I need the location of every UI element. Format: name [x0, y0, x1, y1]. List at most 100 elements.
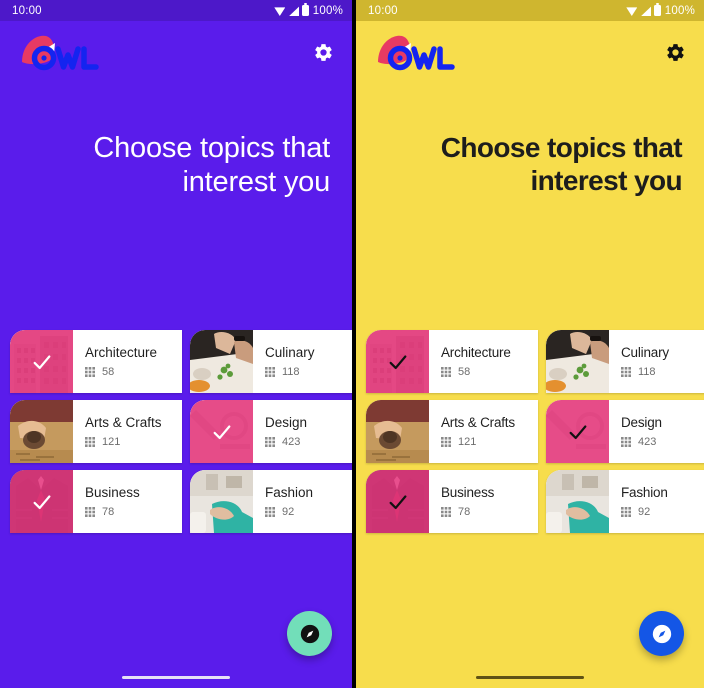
topic-count: 423	[282, 436, 301, 448]
topic-card-design[interactable]: Design 423	[546, 400, 704, 463]
grid-icon	[85, 507, 95, 517]
wifi-icon	[274, 7, 286, 16]
owl-logo[interactable]	[370, 30, 470, 74]
topic-meta: 92	[265, 506, 352, 518]
topic-label: Culinary	[265, 345, 315, 360]
fashion-photo	[190, 470, 253, 533]
battery-icon	[654, 3, 661, 16]
topic-label: Arts & Crafts	[85, 415, 162, 430]
grid-icon	[621, 507, 631, 517]
check-icon	[211, 421, 233, 443]
topic-card-fashion[interactable]: Fashion 92	[546, 470, 704, 533]
gear-icon[interactable]	[313, 42, 334, 63]
topic-row: Architecture 58 Culinary 118	[366, 330, 704, 393]
phone-screen-purple-theme: 10:00 100% Choose topics that interest y…	[0, 0, 352, 688]
topic-label: Fashion	[265, 485, 314, 500]
grid-icon	[621, 367, 631, 377]
topic-label: Design	[265, 415, 308, 430]
topic-card-fashion[interactable]: Fashion 92	[190, 470, 352, 533]
topic-grid: Architecture 58 Culinary 118 Arts & Craf…	[356, 330, 704, 533]
topic-count: 121	[458, 436, 477, 448]
fashion-photo	[546, 470, 609, 533]
topic-label: Architecture	[441, 345, 511, 360]
owl-logo[interactable]	[14, 30, 114, 74]
topic-count: 78	[458, 506, 471, 518]
topic-label: Business	[441, 485, 495, 500]
status-bar: 10:00 100%	[0, 0, 352, 21]
culinary-photo	[190, 330, 253, 393]
status-bar-time: 10:00	[368, 4, 398, 17]
topic-row: Architecture 58 Culinary 118	[10, 330, 352, 393]
home-indicator[interactable]	[476, 676, 584, 679]
topic-card-architecture[interactable]: Architecture 58	[366, 330, 538, 393]
topic-meta: 58	[441, 366, 538, 378]
topic-meta: 423	[265, 436, 352, 448]
topic-count: 118	[282, 366, 300, 378]
topic-card-culinary[interactable]: Culinary 118	[190, 330, 352, 393]
topic-label: Design	[621, 415, 662, 430]
dual-phone-comparison: 10:00 100% Choose topics that interest y…	[0, 0, 704, 688]
topic-count: 423	[638, 436, 657, 448]
topic-meta: 78	[441, 506, 538, 518]
topic-row: Business 78 Fashion 92	[366, 470, 704, 533]
gear-icon[interactable]	[665, 42, 686, 63]
grid-icon	[85, 437, 95, 447]
culinary-photo	[546, 330, 609, 393]
status-bar-time: 10:00	[12, 4, 42, 17]
page-title: Choose topics that interest you	[440, 132, 683, 197]
grid-icon	[621, 437, 631, 447]
status-bar: 10:00 100%	[356, 0, 704, 21]
signal-icon	[641, 6, 652, 16]
check-icon	[31, 351, 53, 373]
topic-meta: 118	[265, 366, 352, 378]
explore-fab-button[interactable]	[287, 611, 332, 656]
explore-fab-button[interactable]	[639, 611, 684, 656]
status-bar-indicators: 100%	[274, 3, 343, 17]
topic-row: Business 78 Fashion 92	[10, 470, 352, 533]
topic-card-culinary[interactable]: Culinary 118	[546, 330, 704, 393]
check-icon	[567, 421, 589, 443]
business-photo	[10, 470, 73, 533]
topic-meta: 92	[621, 506, 704, 518]
compass-icon	[300, 624, 319, 643]
topic-grid: Architecture 58 Culinary 118 Arts & Craf…	[0, 330, 352, 533]
topic-card-architecture[interactable]: Architecture 58	[10, 330, 182, 393]
topic-card-arts-crafts[interactable]: Arts & Crafts 121	[10, 400, 182, 463]
topic-meta: 118	[621, 366, 704, 378]
grid-icon	[441, 367, 451, 377]
check-icon	[387, 351, 409, 373]
topic-meta: 78	[85, 506, 182, 518]
topic-count: 121	[102, 436, 121, 448]
compass-icon	[652, 624, 671, 643]
topic-label: Arts & Crafts	[441, 415, 515, 430]
architecture-photo	[366, 330, 429, 393]
app-bar	[356, 21, 704, 83]
topic-card-business[interactable]: Business 78	[366, 470, 538, 533]
check-icon	[387, 491, 409, 513]
grid-icon	[85, 367, 95, 377]
business-photo	[366, 470, 429, 533]
topic-count: 58	[102, 366, 115, 378]
topic-meta: 58	[85, 366, 182, 378]
wifi-icon	[626, 7, 638, 16]
topic-label: Architecture	[85, 345, 158, 360]
topic-meta: 121	[85, 436, 182, 448]
design-photo	[190, 400, 253, 463]
topic-row: Arts & Crafts 121 Design 423	[366, 400, 704, 463]
topic-card-business[interactable]: Business 78	[10, 470, 182, 533]
page-title: Choose topics that interest you	[93, 132, 330, 199]
home-indicator[interactable]	[122, 676, 230, 679]
topic-count: 92	[282, 506, 295, 518]
battery-percent-label: 100%	[664, 4, 695, 17]
phone-screen-yellow-theme: 10:00 100% Choose topics that interest y…	[356, 0, 704, 688]
signal-icon	[289, 6, 300, 16]
battery-icon	[302, 3, 309, 16]
grid-icon	[441, 437, 451, 447]
topic-meta: 121	[441, 436, 538, 448]
topic-row: Arts & Crafts 121 Design 423	[10, 400, 352, 463]
topic-card-arts-crafts[interactable]: Arts & Crafts 121	[366, 400, 538, 463]
grid-icon	[265, 507, 275, 517]
topic-label: Fashion	[621, 485, 668, 500]
grid-icon	[441, 507, 451, 517]
topic-card-design[interactable]: Design 423	[190, 400, 352, 463]
